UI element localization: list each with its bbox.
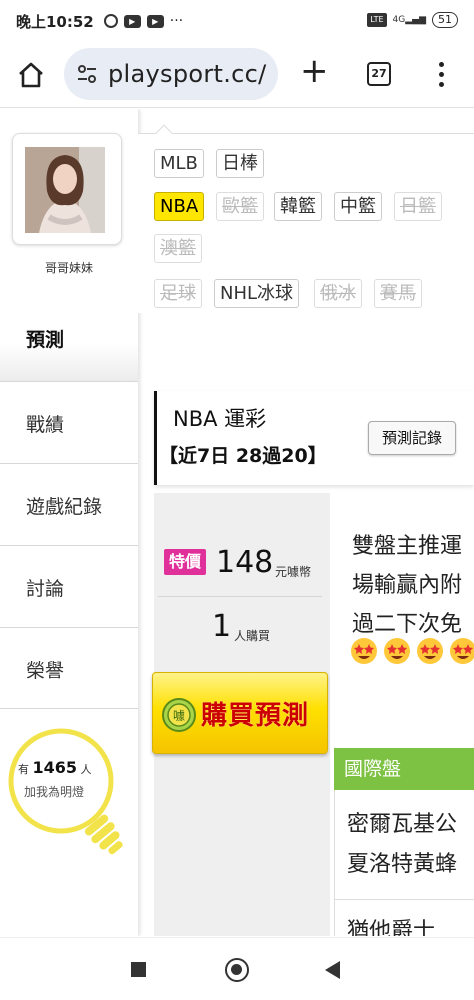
system-nav-bar — [0, 937, 474, 1000]
chip-cba[interactable]: 中籃 — [334, 192, 382, 221]
match-line: 密爾瓦基公 — [347, 812, 458, 837]
chip-npb[interactable]: 日棒 — [216, 149, 264, 178]
chip-nba[interactable]: NBA — [154, 192, 205, 221]
prediction-record-button[interactable]: 預測記錄 — [368, 421, 456, 455]
chip-bleague: 日籃 — [394, 192, 442, 221]
sidebar-item-label: 榮譽 — [26, 660, 65, 682]
coin-label: 噱 — [173, 709, 185, 723]
user-name[interactable]: 哥哥妹妹 — [0, 259, 138, 276]
youtube-icon: ▶ — [146, 14, 164, 28]
price-unit: 元噱幣 — [275, 565, 312, 579]
buy-prediction-button[interactable]: 噱 購買預測 — [152, 672, 328, 754]
notification-icons: ▶ ▶ ··· — [103, 13, 184, 29]
recent-apps-icon[interactable] — [131, 962, 146, 977]
emoji-row — [350, 637, 474, 669]
prediction-description: 雙盤主推運 場輸贏內附 過二下次免 — [352, 527, 474, 644]
volte-icon: LTE — [367, 13, 387, 27]
page-content: 哥哥妹妹 預測 戰績 遊戲紀錄 討論 榮譽 有 1465 人 加我為明燈 MLB… — [0, 109, 474, 936]
sidebar: 哥哥妹妹 預測 戰績 遊戲紀錄 討論 榮譽 有 1465 人 加我為明燈 — [0, 109, 138, 936]
network-type: 4G — [392, 15, 406, 25]
status-right: LTE 4G▂▄▆ 51 — [367, 12, 458, 28]
sidebar-item-predict[interactable]: 預測 — [0, 297, 138, 381]
site-settings-icon[interactable] — [76, 63, 98, 85]
sale-badge: 特價 — [164, 549, 206, 575]
alarm-icon — [103, 14, 118, 28]
star-struck-emoji-icon — [417, 638, 443, 664]
sidebar-item-label: 遊戲紀錄 — [26, 496, 103, 518]
youtube-icon: ▶ — [123, 14, 141, 28]
star-struck-emoji-icon — [351, 638, 377, 664]
follower-prefix: 有 — [18, 763, 29, 776]
home-nav-icon[interactable] — [225, 958, 249, 982]
follow-bulb[interactable]: 有 1465 人 加我為明燈 — [6, 709, 132, 869]
status-time: 晚上10:52 — [16, 12, 94, 31]
chip-mlb[interactable]: MLB — [154, 149, 204, 178]
card-title: NBA 運彩 — [173, 407, 267, 431]
chip-nbl: 澳籃 — [154, 234, 202, 263]
star-struck-emoji-icon — [384, 638, 410, 664]
international-odds-header: 國際盤 — [334, 748, 474, 790]
card-record: 【近7日 28過20】 — [159, 445, 327, 467]
sidebar-item-label: 戰績 — [26, 414, 65, 436]
sidebar-item-record[interactable]: 戰績 — [0, 381, 138, 463]
divider — [158, 596, 322, 597]
sidebar-item-label: 討論 — [26, 578, 65, 600]
tab-switcher-button[interactable]: 27 — [367, 62, 391, 86]
signal-icon: 4G▂▄▆ — [392, 15, 426, 25]
chip-nhl[interactable]: NHL冰球 — [214, 279, 300, 308]
battery-icon: 51 — [432, 12, 458, 28]
match-line: 夏洛特黃蜂 — [347, 852, 458, 877]
new-tab-icon[interactable]: + — [300, 54, 329, 88]
sidebar-item-game-history[interactable]: 遊戲紀錄 — [0, 463, 138, 545]
divider — [335, 899, 474, 900]
home-icon[interactable] — [16, 60, 46, 90]
international-odds-list: 密爾瓦基公 夏洛特黃蜂 猶他爵士 — [334, 790, 474, 936]
url-text[interactable]: playsport.cc/ — [108, 60, 267, 88]
buy-button-label: 購買預測 — [201, 701, 310, 731]
price-value: 148 — [216, 545, 274, 580]
description-line: 場輸贏內附 — [352, 573, 463, 598]
match-line: 猶他爵士 — [347, 919, 436, 936]
browser-toolbar: playsport.cc/ + 27 — [0, 42, 474, 108]
chip-horse-racing: 賽馬 — [374, 279, 422, 308]
sidebar-item-discussion[interactable]: 討論 — [0, 545, 138, 627]
follow-caption: 加我為明燈 — [24, 785, 85, 799]
back-icon[interactable] — [325, 961, 340, 979]
chip-kbl[interactable]: 韓籃 — [274, 192, 322, 221]
more-menu-icon[interactable] — [436, 60, 446, 88]
chip-euroleague: 歐籃 — [216, 192, 264, 221]
chip-khl: 俄冰 — [314, 279, 362, 308]
chip-soccer: 足球 — [154, 279, 202, 308]
description-line: 雙盤主推運 — [352, 534, 463, 559]
league-filter-panel: MLB 日棒 NBA 歐籃 韓籃 中籃 日籃 澳籃 足球 NHL冰球 俄冰 賽馬 — [138, 124, 474, 313]
address-bar[interactable]: playsport.cc/ — [64, 48, 278, 100]
panel-pointer — [155, 124, 173, 142]
avatar-card[interactable] — [12, 133, 122, 245]
screen: 晚上10:52 ▶ ▶ ··· LTE 4G▂▄▆ 51 playsport.c… — [0, 0, 474, 1000]
coin-icon: 噱 — [162, 698, 196, 732]
avatar[interactable] — [25, 147, 105, 233]
star-struck-emoji-icon — [450, 638, 474, 664]
follower-count: 有 1465 人 — [18, 758, 92, 777]
status-bar: 晚上10:52 ▶ ▶ ··· LTE 4G▂▄▆ 51 — [0, 0, 474, 42]
sidebar-item-label: 預測 — [26, 329, 65, 351]
sidebar-item-honor[interactable]: 榮譽 — [0, 627, 138, 709]
prediction-card-header: NBA 運彩 【近7日 28過20】 預測記錄 — [154, 391, 474, 485]
follower-suffix: 人 — [80, 763, 92, 776]
more-notifications-icon: ··· — [169, 13, 184, 29]
buyer-count: 1 — [212, 609, 232, 644]
buyer-unit: 人購買 — [234, 629, 271, 643]
follower-number: 1465 — [32, 758, 78, 777]
